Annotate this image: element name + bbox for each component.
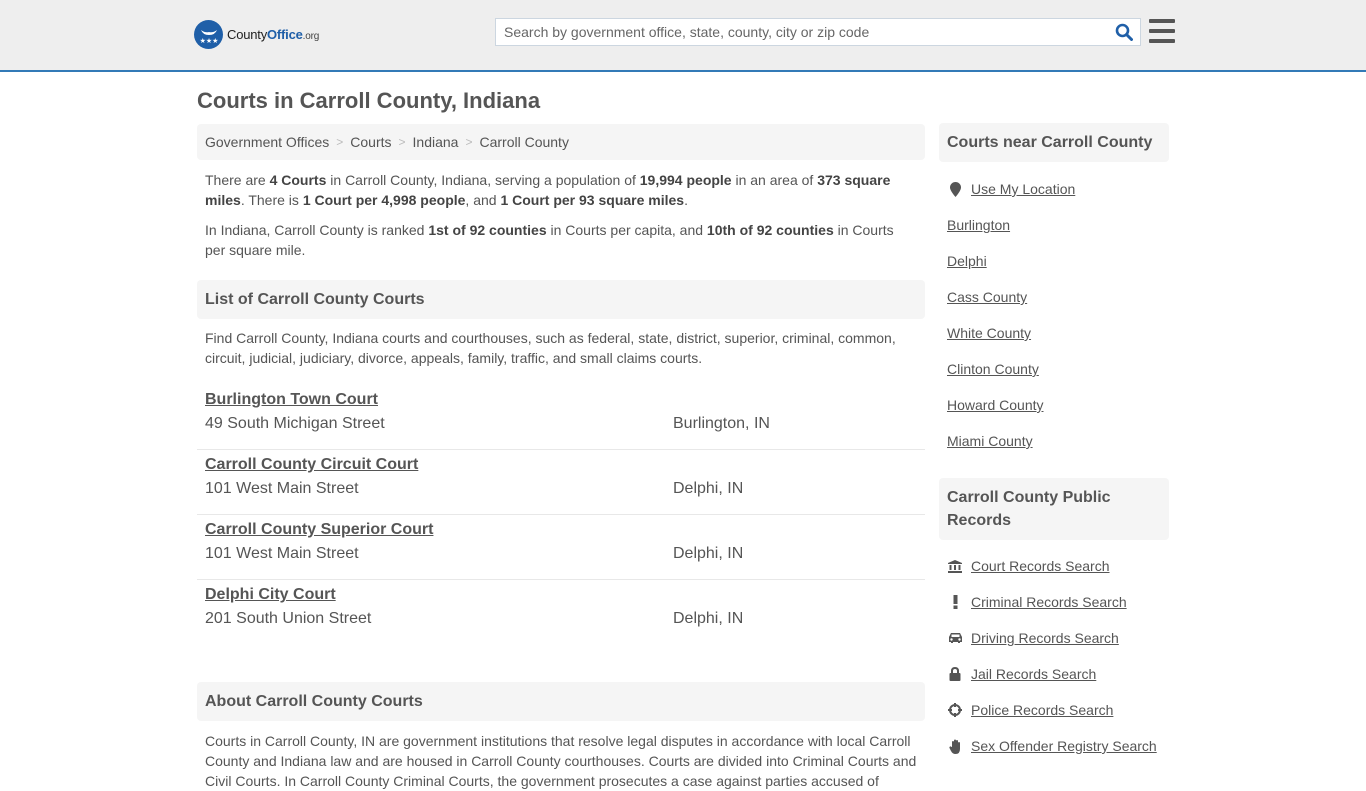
list-section-heading: List of Carroll County Courts <box>197 280 925 319</box>
court-list-item: Carroll County Superior Court 101 West M… <box>197 515 925 580</box>
nearby-link-clinton-county[interactable]: Clinton County <box>947 361 1039 377</box>
breadcrumb-separator: > <box>465 135 473 149</box>
public-records-heading: Carroll County Public Records <box>939 478 1169 540</box>
nearby-link-howard-county[interactable]: Howard County <box>947 397 1044 413</box>
court-address: 101 West Main Street <box>205 480 359 497</box>
police-records-search-link[interactable]: Police Records Search <box>971 702 1113 718</box>
court-name-link[interactable]: Carroll County Circuit Court <box>205 456 418 474</box>
about-section-heading: About Carroll County Courts <box>197 682 925 721</box>
search-icon <box>1115 23 1133 41</box>
breadcrumb-courts[interactable]: Courts <box>350 134 391 150</box>
courthouse-icon <box>947 559 963 573</box>
breadcrumb: Government Offices > Courts > Indiana > … <box>197 124 925 160</box>
nearby-item: Clinton County <box>947 351 1161 387</box>
records-item: Court Records Search <box>947 548 1161 584</box>
nearby-link-burlington[interactable]: Burlington <box>947 217 1010 233</box>
search-bar <box>495 18 1141 46</box>
breadcrumb-separator: > <box>398 135 406 149</box>
records-item: Sex Offender Registry Search <box>947 728 1161 764</box>
court-city: Delphi, IN <box>673 610 744 627</box>
courts-near-list: Use My Location Burlington Delphi Cass C… <box>939 171 1169 459</box>
breadcrumb-separator: > <box>336 135 344 149</box>
lock-icon <box>947 667 963 681</box>
criminal-records-search-link[interactable]: Criminal Records Search <box>971 594 1127 610</box>
court-name-link[interactable]: Carroll County Superior Court <box>205 521 433 539</box>
search-input[interactable] <box>496 19 1108 45</box>
records-item: Police Records Search <box>947 692 1161 728</box>
nearby-item: White County <box>947 315 1161 351</box>
court-name-link[interactable]: Delphi City Court <box>205 586 336 604</box>
nearby-link-delphi[interactable]: Delphi <box>947 253 987 269</box>
hand-icon <box>947 739 963 754</box>
court-city: Burlington, IN <box>673 415 770 432</box>
records-item: Jail Records Search <box>947 656 1161 692</box>
map-marker-icon <box>947 181 963 197</box>
court-records-search-link[interactable]: Court Records Search <box>971 558 1110 574</box>
use-my-location-item: Use My Location <box>947 171 1161 207</box>
court-city: Delphi, IN <box>673 545 744 562</box>
courts-near-heading: Courts near Carroll County <box>939 123 1169 162</box>
records-item: Driving Records Search <box>947 620 1161 656</box>
car-icon <box>947 632 963 644</box>
site-header: ★★★ CountyOffice.org <box>0 0 1366 72</box>
use-my-location-link[interactable]: Use My Location <box>971 181 1075 197</box>
exclamation-icon <box>947 595 963 609</box>
hamburger-menu-icon[interactable] <box>1149 19 1175 43</box>
sidebar: Courts near Carroll County Use My Locati… <box>939 123 1169 764</box>
sex-offender-registry-search-link[interactable]: Sex Offender Registry Search <box>971 738 1157 754</box>
logo-text: CountyOffice.org <box>227 27 320 42</box>
court-city: Delphi, IN <box>673 480 744 497</box>
nearby-item: Delphi <box>947 243 1161 279</box>
nearby-item: Burlington <box>947 207 1161 243</box>
main-content: Government Offices > Courts > Indiana > … <box>197 124 925 791</box>
breadcrumb-carroll-county[interactable]: Carroll County <box>479 134 568 150</box>
crosshairs-icon <box>947 703 963 717</box>
nearby-item: Miami County <box>947 423 1161 459</box>
summary-paragraph: There are 4 Courts in Carroll County, In… <box>205 172 891 208</box>
court-list: Burlington Town Court 49 South Michigan … <box>197 385 925 645</box>
court-list-item: Delphi City Court 201 South Union Street… <box>197 580 925 645</box>
court-list-item: Burlington Town Court 49 South Michigan … <box>197 385 925 450</box>
ranking-paragraph: In Indiana, Carroll County is ranked 1st… <box>205 222 894 258</box>
court-address: 201 South Union Street <box>205 610 372 627</box>
logo-eagle-icon: ★★★ <box>194 20 223 49</box>
public-records-list: Court Records Search Criminal Records Se… <box>939 548 1169 764</box>
breadcrumb-government-offices[interactable]: Government Offices <box>205 134 329 150</box>
about-text: Courts in Carroll County, IN are governm… <box>205 733 917 789</box>
court-address: 49 South Michigan Street <box>205 415 385 432</box>
jail-records-search-link[interactable]: Jail Records Search <box>971 666 1096 682</box>
breadcrumb-indiana[interactable]: Indiana <box>413 134 459 150</box>
driving-records-search-link[interactable]: Driving Records Search <box>971 630 1119 646</box>
court-name-link[interactable]: Burlington Town Court <box>205 391 378 409</box>
site-logo[interactable]: ★★★ CountyOffice.org <box>194 20 319 49</box>
court-address: 101 West Main Street <box>205 545 359 562</box>
list-intro: Find Carroll County, Indiana courts and … <box>205 330 896 366</box>
svg-text:★★★: ★★★ <box>199 37 218 45</box>
search-button[interactable] <box>1108 19 1140 45</box>
records-item: Criminal Records Search <box>947 584 1161 620</box>
nearby-item: Cass County <box>947 279 1161 315</box>
page-title: Courts in Carroll County, Indiana <box>197 88 541 113</box>
nearby-link-cass-county[interactable]: Cass County <box>947 289 1027 305</box>
nearby-link-white-county[interactable]: White County <box>947 325 1031 341</box>
court-list-item: Carroll County Circuit Court 101 West Ma… <box>197 450 925 515</box>
nearby-link-miami-county[interactable]: Miami County <box>947 433 1033 449</box>
nearby-item: Howard County <box>947 387 1161 423</box>
